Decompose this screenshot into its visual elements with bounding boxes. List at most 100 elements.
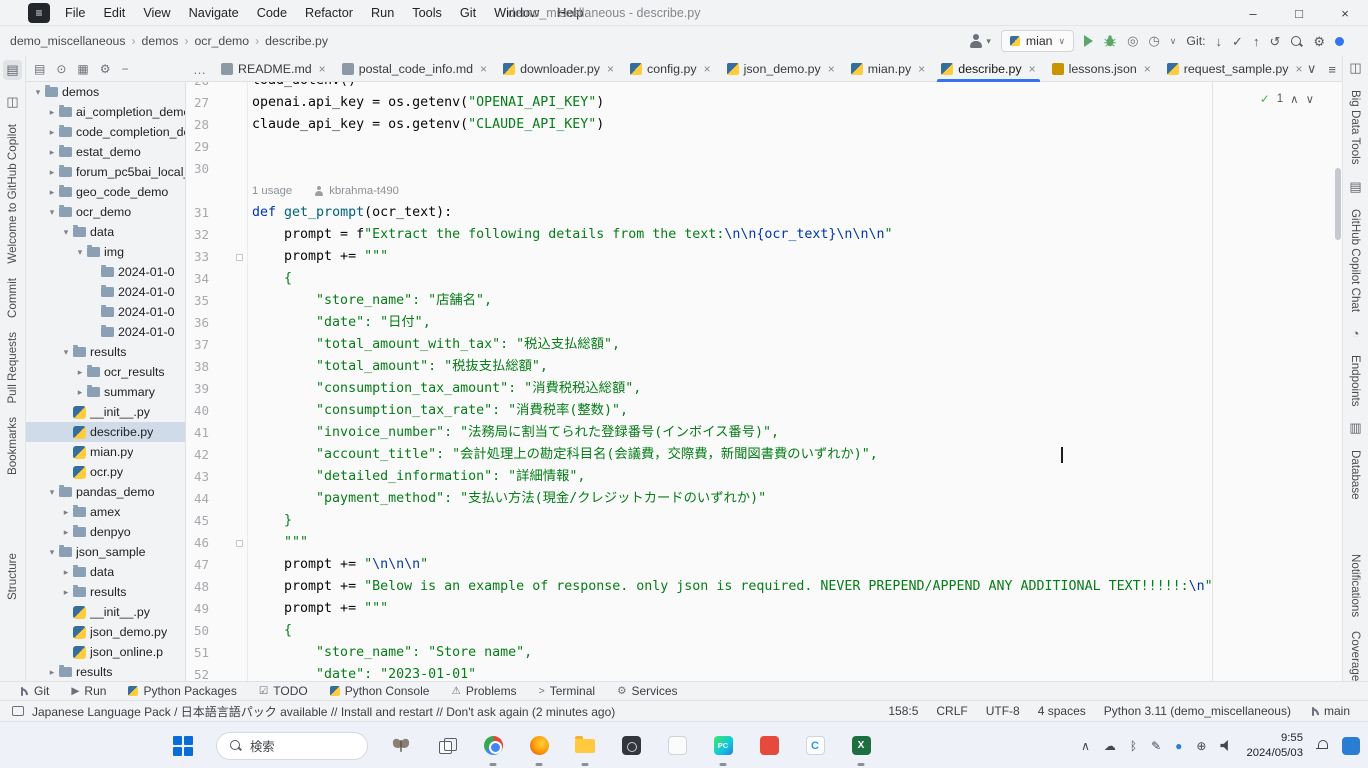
line-number[interactable]: 36 bbox=[186, 312, 248, 334]
chevron-icon[interactable]: ▾ bbox=[32, 87, 44, 98]
taskbar-app-white-app[interactable] bbox=[664, 733, 690, 759]
git-branch[interactable]: main bbox=[1309, 704, 1350, 718]
tree-item-2024-01-0[interactable]: 2024-01-0 bbox=[26, 302, 185, 322]
tab-close-icon[interactable]: × bbox=[1144, 62, 1151, 76]
line-number[interactable]: 49 bbox=[186, 598, 248, 620]
encoding[interactable]: UTF-8 bbox=[986, 704, 1020, 718]
profile-switcher[interactable]: ▾ bbox=[968, 33, 991, 49]
line-number[interactable]: 42 bbox=[186, 444, 248, 466]
taskbar-app-c-app[interactable]: C bbox=[802, 733, 828, 759]
close-button[interactable]: × bbox=[1322, 0, 1368, 26]
chevron-icon[interactable]: ▸ bbox=[74, 387, 86, 398]
chevron-icon[interactable]: ▸ bbox=[46, 127, 58, 138]
tool-database[interactable]: Database bbox=[1349, 450, 1362, 500]
tree-item-results[interactable]: ▾results bbox=[26, 342, 185, 362]
chevron-icon[interactable]: ▾ bbox=[46, 207, 58, 218]
tree-item-code-completion-de[interactable]: ▸code_completion_de bbox=[26, 122, 185, 142]
line-number[interactable]: 35 bbox=[186, 290, 248, 312]
tree-item-init-py[interactable]: __init__.py bbox=[26, 402, 185, 422]
settings-gear-icon[interactable]: ⚙ bbox=[1313, 35, 1325, 48]
toolwindow-terminal[interactable]: >Terminal bbox=[539, 684, 596, 698]
project-view-options-icon[interactable]: ▤ bbox=[34, 62, 45, 76]
tree-item-demos[interactable]: ▾demos bbox=[26, 82, 185, 102]
tree-item-data[interactable]: ▾data bbox=[26, 222, 185, 242]
tool-endpoints[interactable]: Endpoints bbox=[1349, 355, 1362, 407]
tree-item-ocr-results[interactable]: ▸ocr_results bbox=[26, 362, 185, 382]
line-number[interactable]: 48 bbox=[186, 576, 248, 598]
maximize-button[interactable]: □ bbox=[1276, 0, 1322, 26]
chevron-icon[interactable]: ▾ bbox=[60, 347, 72, 358]
tree-item-mian-py[interactable]: mian.py bbox=[26, 442, 185, 462]
tree-item-geo-code-demo[interactable]: ▸geo_code_demo bbox=[26, 182, 185, 202]
tool-coverage[interactable]: Coverage bbox=[1349, 631, 1362, 681]
inspection-widget[interactable]: ✓ 1 ∧ ∨ bbox=[1260, 92, 1314, 106]
line-ending[interactable]: CRLF bbox=[936, 704, 967, 718]
tab-request-sample-py[interactable]: request_sample.py× bbox=[1159, 56, 1308, 82]
network-icon[interactable]: ⊕ bbox=[1196, 739, 1206, 753]
chevron-icon[interactable]: ▸ bbox=[74, 367, 86, 378]
profiler-icon[interactable]: ◷ bbox=[1148, 33, 1159, 49]
line-number[interactable]: 43 bbox=[186, 466, 248, 488]
fold-marker[interactable] bbox=[236, 540, 243, 547]
tab-close-icon[interactable]: × bbox=[319, 62, 326, 76]
tree-item-ocr-demo[interactable]: ▾ocr_demo bbox=[26, 202, 185, 222]
line-number[interactable]: 39 bbox=[186, 378, 248, 400]
tab-close-icon[interactable]: × bbox=[1295, 62, 1302, 76]
chevron-icon[interactable]: ▸ bbox=[46, 167, 58, 178]
minimize-button[interactable]: – bbox=[1230, 0, 1276, 26]
tree-item-denpyo[interactable]: ▸denpyo bbox=[26, 522, 185, 542]
taskbar-search[interactable]: 検索 bbox=[216, 732, 368, 760]
tab-overflow-icon[interactable]: … bbox=[186, 56, 213, 82]
tab-close-icon[interactable]: × bbox=[1029, 62, 1036, 76]
toolwindow-run[interactable]: ▶Run bbox=[71, 684, 106, 698]
next-problem-icon[interactable]: ∨ bbox=[1306, 92, 1314, 106]
menu-view[interactable]: View bbox=[134, 0, 179, 26]
tree-item-estat-demo[interactable]: ▸estat_demo bbox=[26, 142, 185, 162]
hide-panel-icon[interactable]: − bbox=[122, 62, 129, 76]
line-number[interactable]: 52 bbox=[186, 664, 248, 681]
tree-item-ocr-py[interactable]: ocr.py bbox=[26, 462, 185, 482]
onedrive-icon[interactable]: ☁ bbox=[1104, 739, 1116, 753]
line-number[interactable]: 50 bbox=[186, 620, 248, 642]
taskbar-app-chrome[interactable] bbox=[480, 733, 506, 759]
taskbar-app-red-app[interactable] bbox=[756, 733, 782, 759]
line-number[interactable]: 41 bbox=[186, 422, 248, 444]
python-interpreter[interactable]: Python 3.11 (demo_miscellaneous) bbox=[1104, 704, 1291, 718]
blue-dot-icon[interactable]: ● bbox=[1175, 739, 1182, 753]
tree-item-results[interactable]: ▸results bbox=[26, 582, 185, 602]
tool-commit[interactable]: Commit bbox=[6, 278, 19, 318]
breadcrumb-item-demos[interactable]: demos bbox=[142, 34, 179, 48]
chevron-icon[interactable]: ▾ bbox=[74, 247, 86, 258]
taskbar-app-task-view[interactable] bbox=[434, 733, 460, 759]
line-number[interactable]: 51 bbox=[186, 642, 248, 664]
tree-item-summary[interactable]: ▸summary bbox=[26, 382, 185, 402]
collapse-all-icon[interactable]: ▦ bbox=[77, 62, 88, 76]
chevron-icon[interactable]: ▾ bbox=[46, 487, 58, 498]
menu-git[interactable]: Git bbox=[451, 0, 485, 26]
toolwindow-services[interactable]: ⚙Services bbox=[617, 684, 677, 698]
chevron-icon[interactable]: ▸ bbox=[46, 147, 58, 158]
tab-lessons-json[interactable]: lessons.json× bbox=[1044, 56, 1159, 82]
tab-close-icon[interactable]: × bbox=[704, 62, 711, 76]
line-number[interactable]: 30 bbox=[186, 158, 248, 180]
line-number[interactable]: 34 bbox=[186, 268, 248, 290]
menu-tools[interactable]: Tools bbox=[403, 0, 451, 26]
tool-notifications[interactable]: Notifications bbox=[1349, 554, 1362, 617]
tree-item-ai-completion-demo[interactable]: ▸ai_completion_demo bbox=[26, 102, 185, 122]
select-opened-file-icon[interactable]: ⊙ bbox=[56, 62, 66, 76]
line-number[interactable]: 27 bbox=[186, 92, 248, 114]
tree-item-forum-pc5bai-local[interactable]: ▸forum_pc5bai_local_ bbox=[26, 162, 185, 182]
tab-readme-md[interactable]: README.md× bbox=[213, 56, 334, 82]
line-number[interactable]: 38 bbox=[186, 356, 248, 378]
endpoints-icon[interactable]: ◔ bbox=[1352, 326, 1360, 341]
line-number[interactable]: 31 bbox=[186, 202, 248, 224]
code-editor[interactable]: 26load_dotenv()27openai.api_key = os.get… bbox=[186, 82, 1342, 681]
bluetooth-icon[interactable]: ᛒ bbox=[1130, 739, 1137, 753]
toolwindow-todo[interactable]: ☑TODO bbox=[259, 684, 308, 698]
layout-icon[interactable]: ◫ bbox=[1349, 60, 1361, 76]
tab-json-demo-py[interactable]: json_demo.py× bbox=[719, 56, 843, 82]
line-number[interactable]: 32 bbox=[186, 224, 248, 246]
tree-item-init-py[interactable]: __init__.py bbox=[26, 602, 185, 622]
panel-settings-icon[interactable]: ⚙ bbox=[100, 62, 111, 76]
usages-hint[interactable]: 1 usage bbox=[252, 180, 292, 202]
